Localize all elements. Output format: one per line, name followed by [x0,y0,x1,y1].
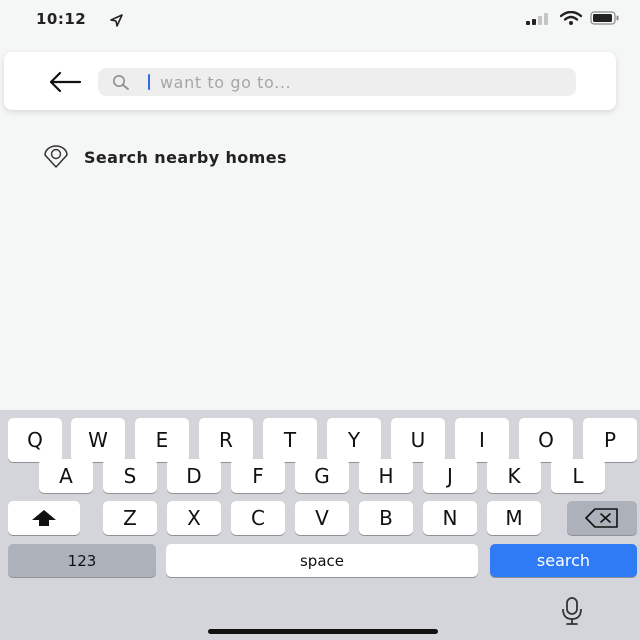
backspace-icon [585,508,618,528]
back-arrow-icon [49,71,82,93]
key-c[interactable]: C [231,501,285,535]
key-m[interactable]: M [487,501,541,535]
location-pin-icon [44,145,68,168]
keyboard: Q W E R T Y U I O P A S D F G H J K L Z … [0,410,640,640]
search-nearby-homes-label: Search nearby homes [84,147,287,167]
search-header [4,52,616,110]
status-bar: 10:12 [0,0,640,40]
key-w[interactable]: W [71,418,125,462]
key-r[interactable]: R [199,418,253,462]
wifi-icon [559,10,583,29]
location-arrow-icon [110,12,123,31]
key-g[interactable]: G [295,459,349,493]
search-nearby-homes-item[interactable]: Search nearby homes [40,145,287,169]
key-y[interactable]: Y [327,418,381,462]
key-b[interactable]: B [359,501,413,535]
key-p[interactable]: P [583,418,637,462]
key-x[interactable]: X [167,501,221,535]
key-o[interactable]: O [519,418,573,462]
status-time: 10:12 [36,10,87,28]
key-n[interactable]: N [423,501,477,535]
shift-arrow-icon [32,510,56,526]
key-k[interactable]: K [487,459,541,493]
search-key[interactable]: search [490,544,637,577]
search-input[interactable] [160,68,560,96]
delete-key[interactable] [567,501,637,535]
key-h[interactable]: H [359,459,413,493]
search-field[interactable] [98,68,576,96]
back-button[interactable] [46,68,86,96]
key-l[interactable]: L [551,459,605,493]
key-q[interactable]: Q [8,418,62,462]
key-f[interactable]: F [231,459,285,493]
key-u[interactable]: U [391,418,445,462]
key-z[interactable]: Z [103,501,157,535]
microphone-icon[interactable] [558,596,586,630]
numbers-key[interactable]: 123 [8,544,156,577]
key-j[interactable]: J [423,459,477,493]
cellular-signal-icon [526,10,552,29]
key-s[interactable]: S [103,459,157,493]
space-key[interactable]: space [166,544,478,577]
status-icons [526,10,620,29]
key-d[interactable]: D [167,459,221,493]
key-e[interactable]: E [135,418,189,462]
key-v[interactable]: V [295,501,349,535]
search-icon [112,74,130,94]
key-i[interactable]: I [455,418,509,462]
text-caret [148,74,150,90]
shift-key[interactable] [8,501,80,535]
key-t[interactable]: T [263,418,317,462]
battery-icon [590,10,620,29]
key-a[interactable]: A [39,459,93,493]
home-indicator[interactable] [208,629,438,634]
